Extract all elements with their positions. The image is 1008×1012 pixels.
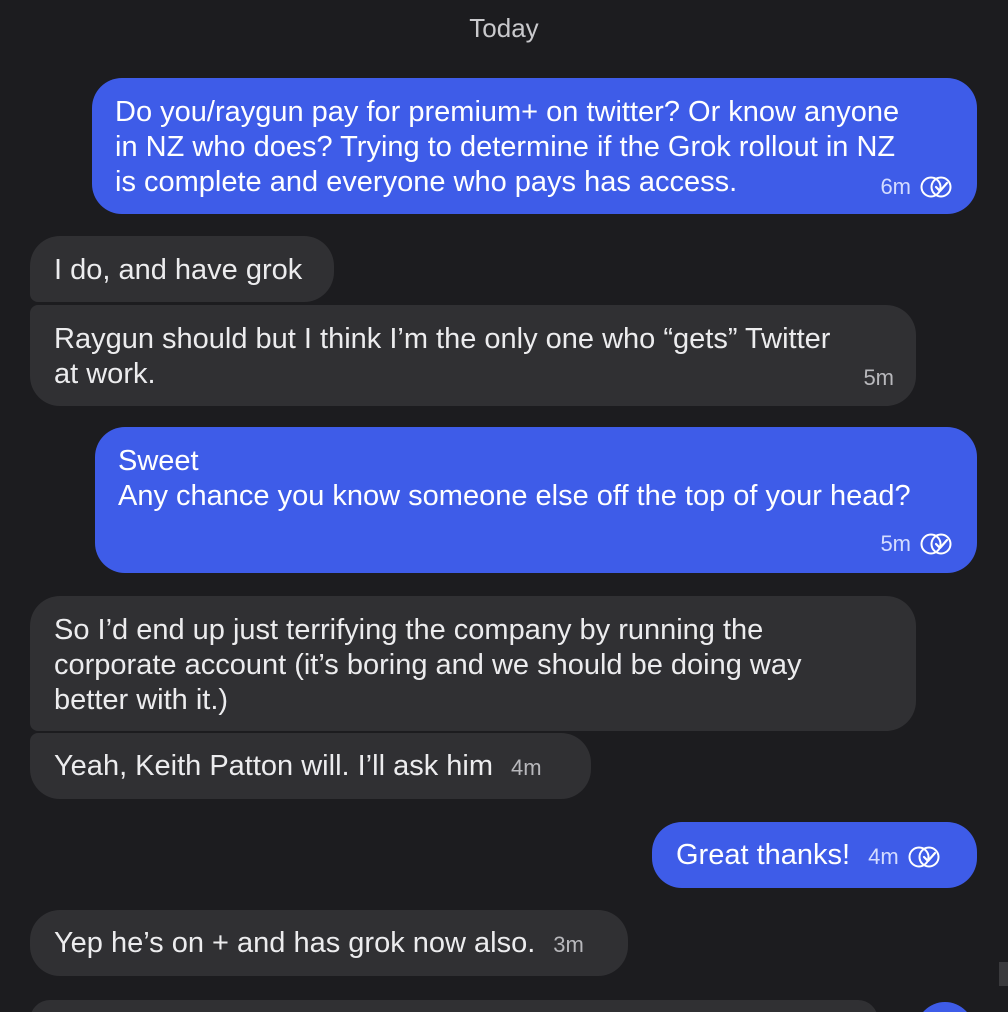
message-bubble-sent[interactable]: Great thanks! 4m: [652, 822, 977, 888]
message-time: 3m: [553, 932, 584, 957]
message-bubble-received[interactable]: I do, and have grok: [30, 236, 334, 302]
message-time: 6m: [880, 174, 911, 199]
date-separator: Today: [469, 13, 539, 43]
message-text: So I’d end up just terrifying the compan…: [54, 614, 802, 716]
message-bubble-received[interactable]: Yep he’s on + and has grok now also. 3m: [30, 910, 628, 976]
message-time: 4m: [510, 755, 542, 780]
message-bubble-received[interactable]: So I’d end up just terrifying the compan…: [30, 596, 916, 731]
message-time: 5m: [880, 531, 911, 556]
message-meta: 3m: [553, 932, 584, 958]
message-bubble-sent[interactable]: Do you/raygun pay for premium+ on twitte…: [92, 78, 977, 214]
message-row: Yep he’s on + and has grok now also. 3m: [54, 926, 584, 961]
message-text: Yep he’s on + and has grok now also.: [54, 926, 536, 959]
message-meta: 4m: [511, 755, 542, 781]
message-bubble-received[interactable]: Yeah, Keith Patton will. I’ll ask him 4m: [30, 733, 591, 799]
double-check-circle-icon: [920, 533, 952, 555]
message-text: Great thanks!: [676, 838, 851, 871]
message-time: 4m: [868, 844, 899, 869]
message-meta: 6m: [880, 174, 955, 200]
message-text: Sweet Any chance you know someone else o…: [118, 445, 911, 512]
message-time: 5m: [863, 365, 894, 390]
scroll-to-bottom-button[interactable]: [916, 1002, 974, 1012]
message-meta: 4m: [868, 844, 943, 870]
message-row: Yeah, Keith Patton will. I’ll ask him 4m: [54, 749, 542, 784]
chat-screen: Today Do you/raygun pay for premium+ on …: [0, 0, 1008, 1012]
message-bubble-received[interactable]: Raygun should but I think I’m the only o…: [30, 305, 916, 406]
message-text: Raygun should but I think I’m the only o…: [54, 323, 831, 390]
message-meta: 5m: [880, 531, 955, 557]
message-bubble-received-partial[interactable]: [30, 1000, 878, 1012]
message-text: Do you/raygun pay for premium+ on twitte…: [115, 96, 900, 198]
message-text: I do, and have grok: [54, 254, 303, 286]
message-text: Yeah, Keith Patton will. I’ll ask him: [54, 749, 493, 782]
message-bubble-sent[interactable]: Sweet Any chance you know someone else o…: [95, 427, 977, 573]
message-row: Great thanks! 4m: [676, 838, 943, 873]
double-check-circle-icon: [908, 846, 940, 868]
scrollbar-thumb[interactable]: [999, 962, 1008, 986]
double-check-circle-icon: [920, 176, 952, 198]
message-meta: 5m: [863, 365, 894, 391]
